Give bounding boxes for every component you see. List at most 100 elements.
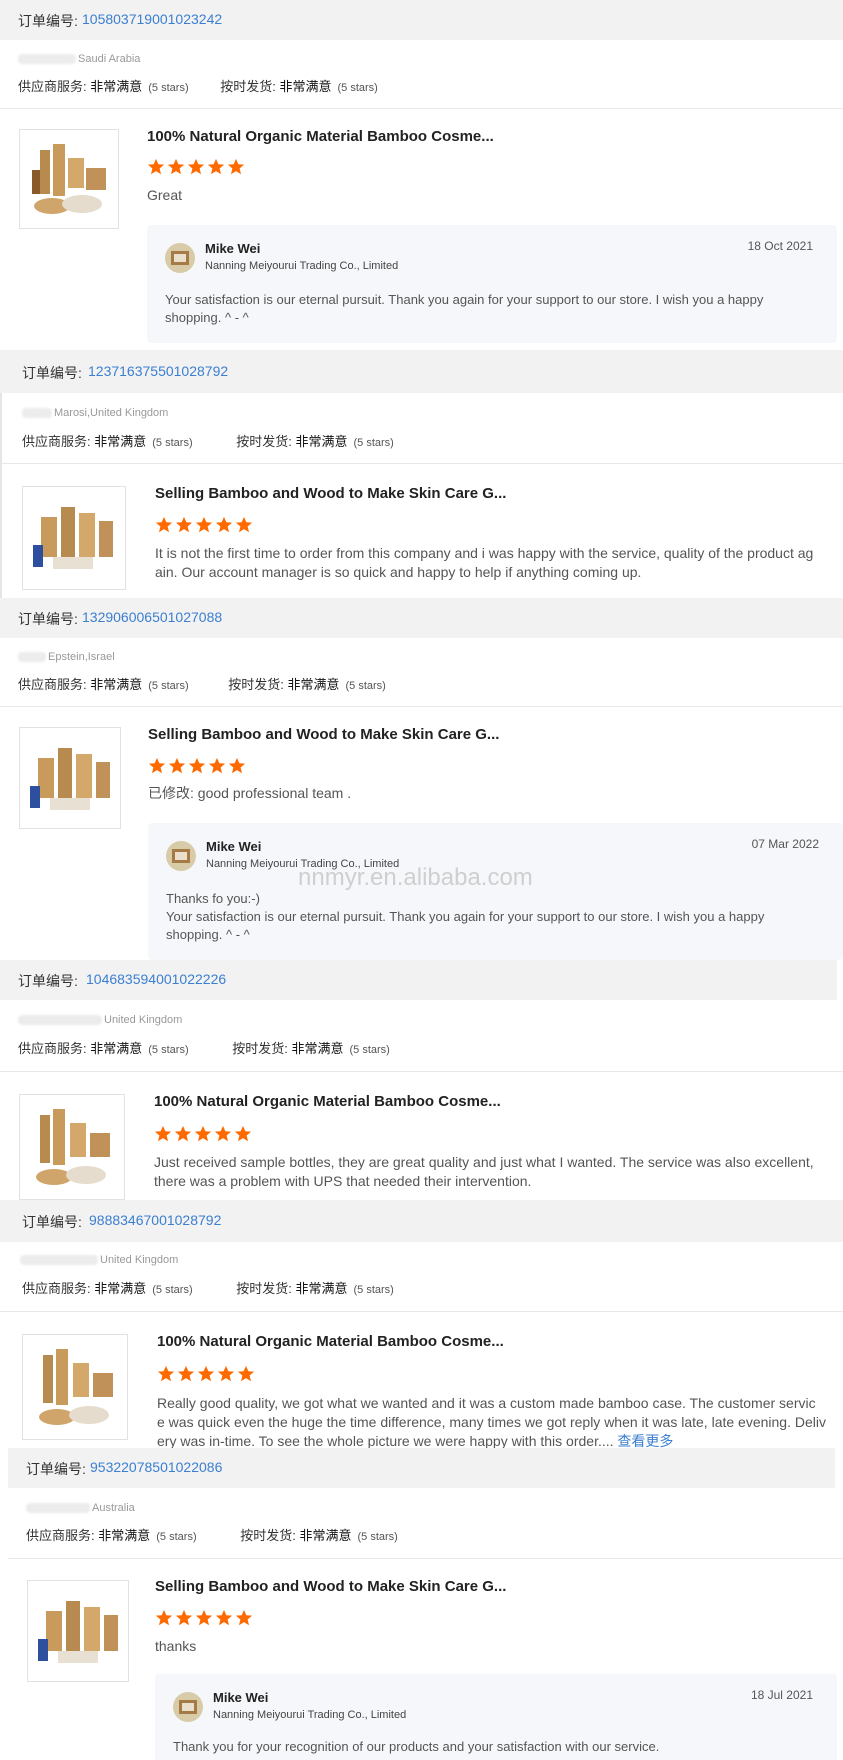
product-thumbnail[interactable] bbox=[22, 486, 126, 590]
product-thumbnail[interactable] bbox=[19, 129, 119, 229]
divider bbox=[8, 1558, 843, 1559]
product-title-link[interactable]: 100% Natural Organic Material Bamboo Cos… bbox=[147, 128, 494, 145]
buyer-location: Marosi,United Kingdom bbox=[22, 407, 168, 419]
order-1: 订单编号: 105803719001023242 Saudi Arabia 供应… bbox=[0, 0, 843, 352]
order-number-link[interactable]: 105803719001023242 bbox=[82, 11, 222, 27]
review-text: thanks bbox=[155, 1638, 197, 1654]
reply-date: 18 Oct 2021 bbox=[747, 239, 813, 253]
ship-stars-text: (5 stars) bbox=[353, 437, 394, 449]
service-label: 供应商服务: bbox=[22, 434, 91, 449]
buyer-location-text: Epstein,Israel bbox=[48, 651, 115, 663]
star-icon bbox=[188, 757, 206, 774]
review-line: e was quick even the huge the time diffe… bbox=[157, 1414, 826, 1430]
order-number-link[interactable]: 98883467001028792 bbox=[89, 1212, 221, 1228]
seller-avatar bbox=[166, 841, 196, 871]
review-text: 已修改: good professional team . bbox=[148, 785, 352, 801]
service-rating: 非常满意 bbox=[90, 79, 143, 94]
product-title-link[interactable]: Selling Bamboo and Wood to Make Skin Car… bbox=[155, 485, 506, 502]
product-title-link[interactable]: Selling Bamboo and Wood to Make Skin Car… bbox=[148, 726, 499, 743]
seller-avatar bbox=[165, 243, 195, 273]
supplier-ratings: 供应商服务: 非常满意 (5 stars) 按时发货: 非常满意 (5 stars) bbox=[18, 674, 386, 693]
star-icon bbox=[235, 1609, 253, 1626]
star-icon bbox=[197, 1365, 215, 1382]
ship-label: 按时发货: bbox=[220, 79, 276, 94]
product-thumbnail[interactable] bbox=[19, 727, 121, 829]
star-rating bbox=[147, 158, 247, 176]
product-thumbnail[interactable] bbox=[22, 1334, 128, 1440]
product-title-link[interactable]: 100% Natural Organic Material Bamboo Cos… bbox=[154, 1093, 501, 1110]
buyer-location-text: Marosi,United Kingdom bbox=[54, 407, 169, 419]
buyer-location: Epstein,Israel bbox=[18, 651, 115, 663]
ship-stars-text: (5 stars) bbox=[349, 1044, 390, 1056]
order-number-label: 订单编号: bbox=[18, 611, 78, 627]
reply-date: 18 Jul 2021 bbox=[750, 1688, 813, 1702]
ship-rating: 非常满意 bbox=[287, 677, 340, 692]
seller-avatar bbox=[173, 1692, 203, 1722]
star-icon bbox=[208, 757, 226, 774]
order-number-label: 订单编号: bbox=[22, 365, 82, 381]
buyer-name-redacted bbox=[20, 1255, 98, 1266]
star-icon bbox=[175, 1609, 193, 1626]
ship-label: 按时发货: bbox=[232, 1041, 288, 1056]
see-more-link[interactable]: 查看更多 bbox=[617, 1433, 673, 1449]
review-text: Really good quality, we got what we want… bbox=[157, 1394, 840, 1451]
ship-label: 按时发货: bbox=[240, 1528, 296, 1543]
reply-message-cont: shopping. ^ - ^ bbox=[165, 310, 249, 325]
divider bbox=[0, 1071, 843, 1072]
product-thumbnail[interactable] bbox=[27, 1580, 129, 1682]
star-icon bbox=[227, 158, 245, 175]
order-5: 订单编号: 98883467001028792 United Kingdom 供… bbox=[0, 1200, 843, 1451]
divider bbox=[0, 108, 843, 109]
star-icon bbox=[187, 158, 205, 175]
product-thumbnail[interactable] bbox=[19, 1094, 125, 1200]
order-number-link[interactable]: 123716375501028792 bbox=[88, 363, 228, 379]
order-number-link[interactable]: 104683594001022226 bbox=[86, 971, 226, 987]
seller-name: Mike Wei bbox=[205, 241, 261, 256]
ship-stars-text: (5 stars) bbox=[353, 1284, 394, 1296]
product-title-link[interactable]: 100% Natural Organic Material Bamboo Cos… bbox=[157, 1333, 504, 1350]
seller-name: Mike Wei bbox=[206, 839, 262, 854]
supplier-ratings: 供应商服务: 非常满意 (5 stars) 按时发货: 非常满意 (5 stars) bbox=[18, 1038, 390, 1057]
order-header: 订单编号: 105803719001023242 bbox=[0, 0, 843, 40]
divider bbox=[0, 1311, 843, 1312]
star-icon bbox=[217, 1365, 235, 1382]
buyer-location: Australia bbox=[26, 1502, 135, 1514]
order-number-link[interactable]: 95322078501022086 bbox=[90, 1459, 222, 1475]
review-text: Great bbox=[147, 187, 183, 203]
star-icon bbox=[235, 516, 253, 533]
reply-message-cont: shopping. ^ - ^ bbox=[166, 927, 250, 942]
ship-rating: 非常满意 bbox=[279, 79, 332, 94]
star-icon bbox=[207, 158, 225, 175]
star-icon bbox=[147, 158, 165, 175]
star-icon bbox=[234, 1125, 252, 1142]
buyer-name-redacted bbox=[26, 1503, 90, 1514]
star-icon bbox=[215, 516, 233, 533]
star-icon bbox=[175, 516, 193, 533]
service-label: 供应商服务: bbox=[26, 1528, 95, 1543]
ship-rating: 非常满意 bbox=[299, 1528, 352, 1543]
service-label: 供应商服务: bbox=[22, 1281, 91, 1296]
ship-label: 按时发货: bbox=[236, 434, 292, 449]
star-rating bbox=[155, 516, 255, 534]
star-icon bbox=[167, 158, 185, 175]
ship-rating: 非常满意 bbox=[295, 1281, 348, 1296]
supplier-ratings: 供应商服务: 非常满意 (5 stars) 按时发货: 非常满意 (5 stars) bbox=[26, 1525, 398, 1544]
service-stars-text: (5 stars) bbox=[156, 1531, 197, 1543]
service-stars-text: (5 stars) bbox=[152, 1284, 193, 1296]
review-line: there was a problem with UPS that needed… bbox=[154, 1173, 532, 1189]
ship-rating: 非常满意 bbox=[291, 1041, 344, 1056]
order-header: 订单编号: 123716375501028792 bbox=[0, 350, 843, 393]
star-rating bbox=[154, 1125, 254, 1143]
product-title-link[interactable]: Selling Bamboo and Wood to Make Skin Car… bbox=[155, 1578, 506, 1595]
star-icon bbox=[214, 1125, 232, 1142]
ship-label: 按时发货: bbox=[236, 1281, 292, 1296]
review-text: It is not the first time to order from t… bbox=[155, 544, 840, 582]
star-icon bbox=[154, 1125, 172, 1142]
seller-company: Nanning Meiyourui Trading Co., Limited bbox=[205, 260, 399, 272]
star-icon bbox=[157, 1365, 175, 1382]
buyer-location: Saudi Arabia bbox=[18, 53, 140, 65]
service-label: 供应商服务: bbox=[18, 79, 87, 94]
star-icon bbox=[174, 1125, 192, 1142]
buyer-name-redacted bbox=[18, 1015, 102, 1026]
order-number-link[interactable]: 132906006501027088 bbox=[82, 609, 222, 625]
